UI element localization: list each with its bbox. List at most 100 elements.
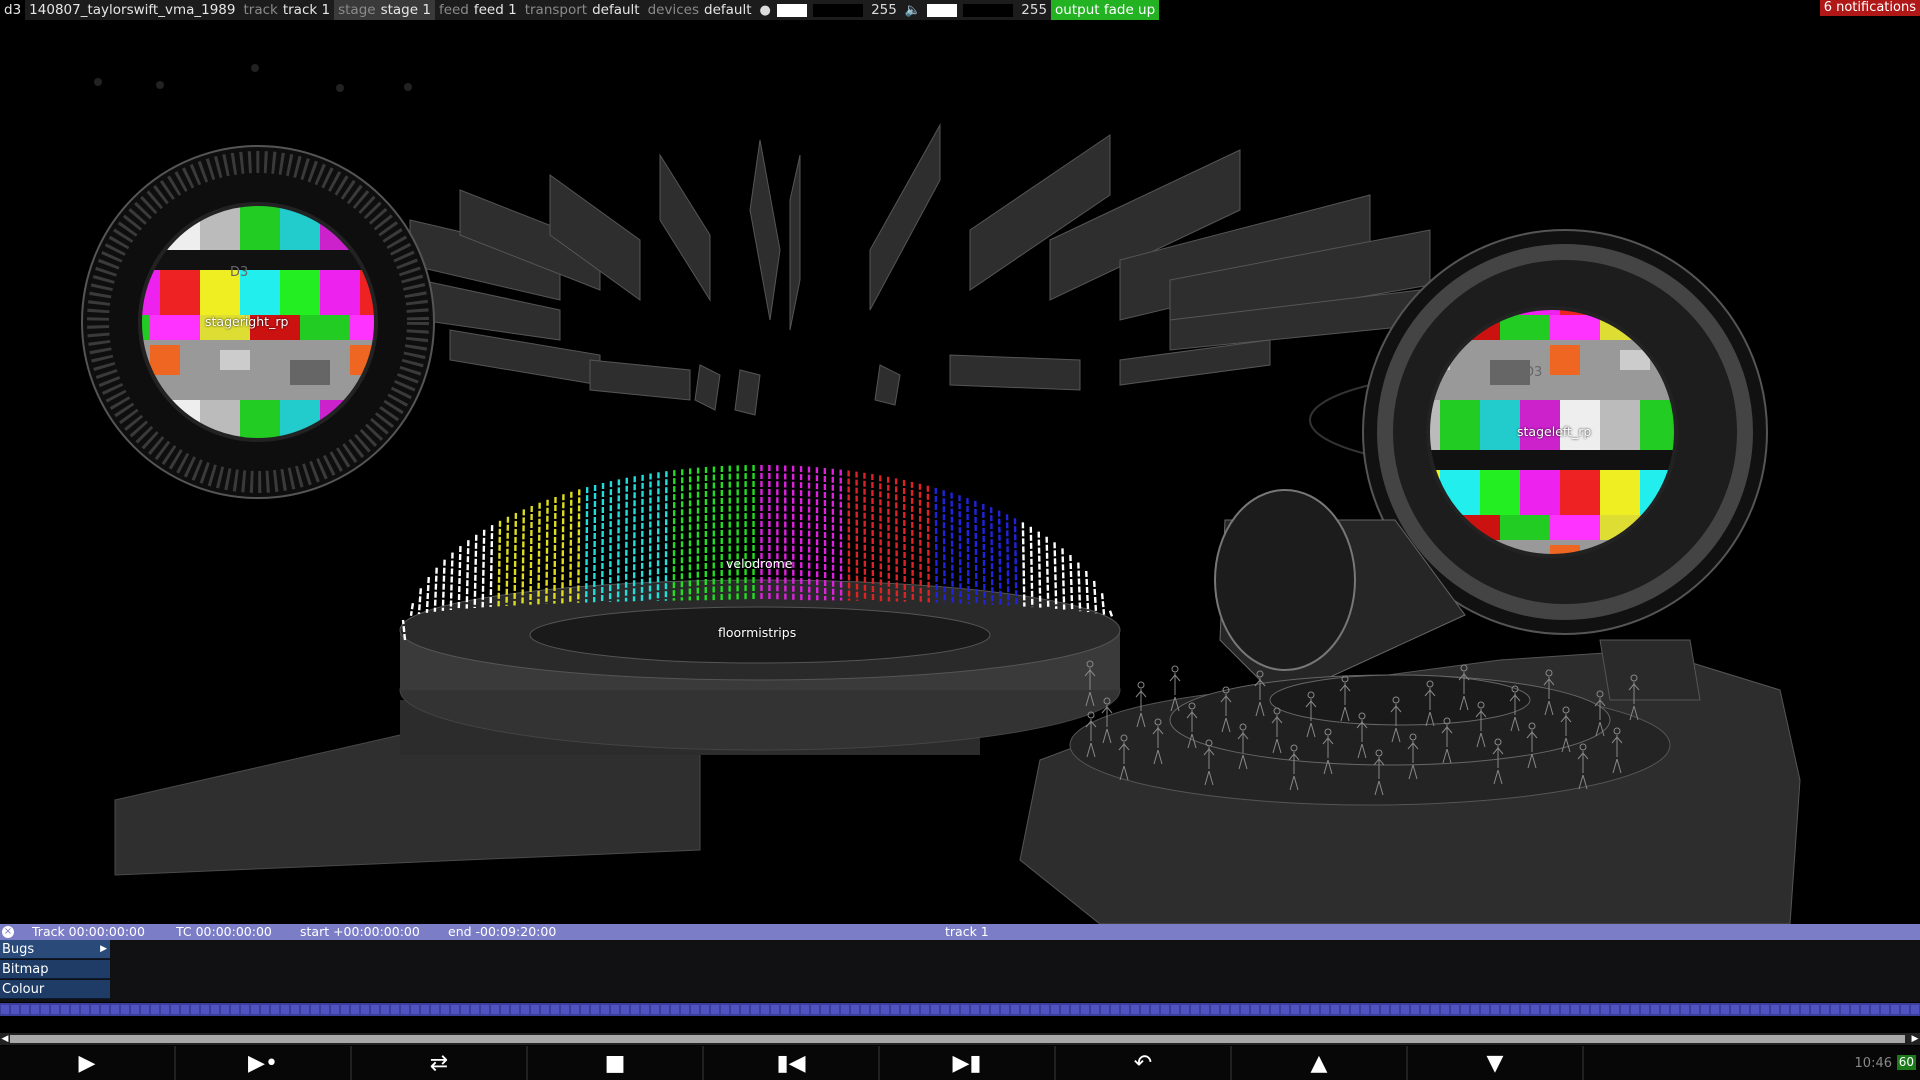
return-button[interactable]: ↶	[1056, 1046, 1232, 1080]
beat-cell	[691, 1005, 699, 1014]
led-strip	[1085, 570, 1090, 613]
play-to-end-button[interactable]: ▶•	[176, 1046, 352, 1080]
beat-cell	[781, 1005, 789, 1014]
layer-colour[interactable]: Colour	[0, 980, 110, 999]
loop-icon: ⇄	[429, 1050, 449, 1076]
beat-cell	[181, 1005, 189, 1014]
beat-cell	[1211, 1005, 1219, 1014]
beat-cell	[821, 1005, 829, 1014]
beat-cell	[1461, 1005, 1469, 1014]
beat-cell	[341, 1005, 349, 1014]
project-name[interactable]: 140807_taylorswift_vma_1989	[25, 0, 240, 20]
stop-button[interactable]: ■	[528, 1046, 704, 1080]
scroll-right-icon[interactable]: ▶	[1910, 1033, 1920, 1045]
close-icon[interactable]: ×	[2, 926, 14, 938]
transport-selector[interactable]: transport default	[520, 0, 644, 20]
previous-icon: ▮◀	[776, 1050, 806, 1076]
stage-scene: D3 D3	[81, 64, 1801, 924]
led-strip	[449, 552, 454, 611]
beat-cell	[681, 1005, 689, 1014]
beat-cell	[361, 1005, 369, 1014]
timeline-scrollbar[interactable]: ◀ ▶	[0, 1033, 1920, 1045]
label-velodrome[interactable]: velodrome	[726, 556, 793, 571]
beat-ruler[interactable]	[0, 1003, 1920, 1016]
beat-cell	[1, 1005, 9, 1014]
scroll-thumb[interactable]	[10, 1035, 1905, 1043]
feed-selector[interactable]: feed feed 1	[434, 0, 521, 20]
beat-cell	[721, 1005, 729, 1014]
beat-cell	[1531, 1005, 1539, 1014]
play-button[interactable]: ▶	[0, 1046, 176, 1080]
beat-cell	[381, 1005, 389, 1014]
beat-cell	[1351, 1005, 1359, 1014]
beat-cell	[1141, 1005, 1149, 1014]
layer-colour-label: Colour	[2, 982, 45, 997]
beat-cell	[1131, 1005, 1139, 1014]
beat-cell	[31, 1005, 39, 1014]
brightness-bar[interactable]	[776, 3, 807, 17]
beat-cell	[421, 1005, 429, 1014]
brightness-control[interactable]: ● 255	[755, 0, 901, 20]
led-strip	[879, 475, 883, 602]
stage-selector[interactable]: stage stage 1	[334, 0, 435, 20]
transport-value: default	[592, 2, 640, 18]
layer-bitmap[interactable]: Bitmap	[0, 960, 110, 979]
beat-cell	[1721, 1005, 1729, 1014]
label-floormistrips[interactable]: floormistrips	[718, 625, 796, 640]
loop-button[interactable]: ⇄	[352, 1046, 528, 1080]
output-fade-button[interactable]: output fade up	[1051, 0, 1160, 20]
led-strip	[497, 520, 502, 607]
beat-cell	[1811, 1005, 1819, 1014]
up-button[interactable]: ▲	[1232, 1046, 1408, 1080]
next-button[interactable]: ▶▮	[880, 1046, 1056, 1080]
timeline-header: × Track 00:00:00:00 TC 00:00:00:00 start…	[0, 924, 1920, 940]
beat-cell	[81, 1005, 89, 1014]
stage-key: stage	[338, 2, 376, 18]
beat-cell	[1751, 1005, 1759, 1014]
beat-cell	[771, 1005, 779, 1014]
beat-cell	[451, 1005, 459, 1014]
scroll-left-icon[interactable]: ◀	[0, 1033, 10, 1045]
beat-cell	[611, 1005, 619, 1014]
beat-cell	[471, 1005, 479, 1014]
beat-cell	[1701, 1005, 1709, 1014]
layer-bugs[interactable]: Bugs ▶	[0, 940, 110, 959]
beat-cell	[1281, 1005, 1289, 1014]
volume-control[interactable]: 🔈 255	[900, 0, 1052, 20]
beat-cell	[1501, 1005, 1509, 1014]
beat-cell	[371, 1005, 379, 1014]
beat-cell	[1321, 1005, 1329, 1014]
bulb-icon: ●	[759, 2, 771, 18]
timeline-layers[interactable]: Bugs ▶ Bitmap Colour	[0, 940, 1920, 1002]
expand-arrow-icon[interactable]: ▶	[100, 940, 107, 959]
beat-cell	[851, 1005, 859, 1014]
beat-cell	[581, 1005, 589, 1014]
stage-viewport[interactable]: D3 D3 stageright_rp stageleft_rp velodro…	[0, 20, 1920, 924]
led-strip	[918, 483, 923, 603]
down-button[interactable]: ▼	[1408, 1046, 1584, 1080]
devices-selector[interactable]: devices default	[643, 0, 756, 20]
beat-cell	[331, 1005, 339, 1014]
play-icon: ▶	[78, 1050, 96, 1076]
beat-cell	[241, 1005, 249, 1014]
beat-cell	[1261, 1005, 1269, 1014]
led-strip	[513, 512, 518, 606]
devices-key: devices	[647, 2, 699, 18]
led-strip	[441, 559, 446, 611]
track-selector[interactable]: track track 1	[239, 0, 335, 20]
label-stageleft[interactable]: stageleft_rp	[1517, 424, 1591, 439]
volume-bar[interactable]	[927, 3, 958, 17]
app-menu[interactable]: d3	[0, 0, 25, 20]
main-stage	[114, 579, 1121, 876]
beat-cell	[1881, 1005, 1889, 1014]
beat-cell	[991, 1005, 999, 1014]
beat-cell	[931, 1005, 939, 1014]
label-stageright[interactable]: stageright_rp	[205, 314, 288, 329]
previous-button[interactable]: ▮◀	[704, 1046, 880, 1080]
beat-cell	[1901, 1005, 1909, 1014]
notifications-badge[interactable]: 6 notifications	[1819, 0, 1920, 16]
beat-cell	[1181, 1005, 1189, 1014]
beat-cell	[1151, 1005, 1159, 1014]
beat-cell	[11, 1005, 19, 1014]
screen-logo-left: D3	[230, 265, 248, 280]
